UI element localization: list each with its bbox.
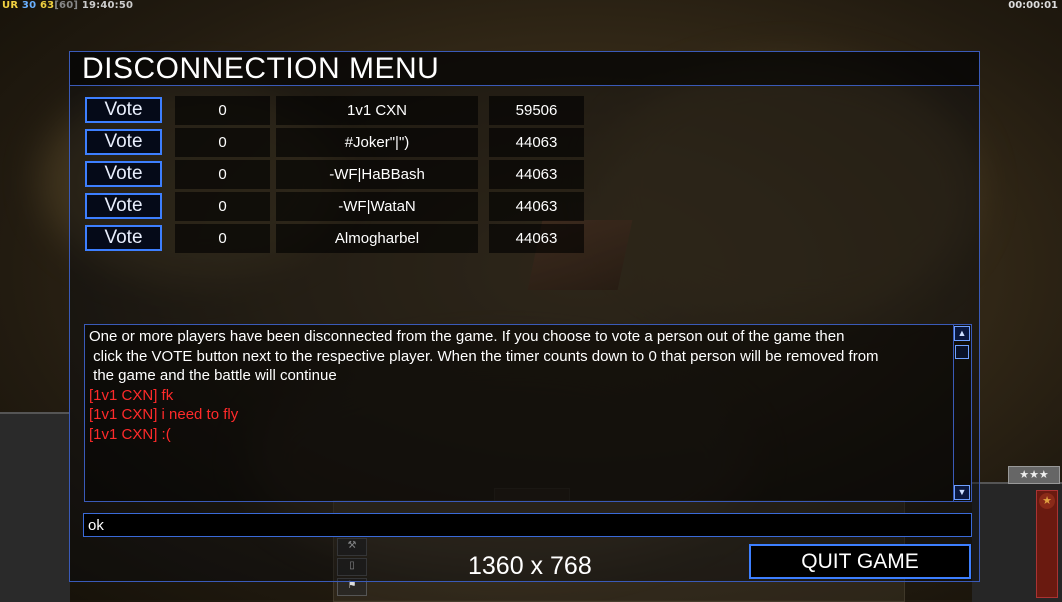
chat-log[interactable]: One or more players have been disconnect… (84, 324, 972, 502)
chat-line: [1v1 CXN] i need to fly (89, 406, 239, 423)
general-star-icon: ★ (1039, 493, 1055, 509)
vote-button[interactable]: Vote (85, 97, 162, 123)
player-ping: 44063 (489, 192, 584, 221)
chat-scrollbar[interactable]: ▲ ▼ (953, 325, 971, 501)
player-name: -WF|HaBBash (276, 160, 478, 189)
vote-button[interactable]: Vote (85, 193, 162, 219)
player-timer: 0 (175, 128, 270, 157)
player-name: #Joker"|") (276, 128, 478, 157)
hud-value-3: [60] (54, 0, 79, 11)
chat-line: [1v1 CXN] fk (89, 386, 174, 404)
hud-ur: UR (2, 0, 19, 11)
player-name: -WF|WataN (276, 192, 478, 221)
chat-line: click the VOTE button next to the respec… (89, 347, 879, 365)
vote-button[interactable]: Vote (85, 225, 162, 251)
vote-button[interactable]: Vote (85, 161, 162, 187)
scroll-thumb[interactable] (955, 345, 969, 359)
chat-line: [1v1 CXN] :( (89, 425, 171, 443)
player-name: 1v1 CXN (276, 96, 478, 125)
hud-value-1: 30 (21, 0, 37, 11)
player-ping: 44063 (489, 224, 584, 253)
hud-status: UR 30 63[60] 19:40:50 (2, 0, 133, 11)
hud-value-2: 63 (39, 0, 55, 11)
chat-line: One or more players have been disconnect… (89, 328, 845, 345)
hud-game-timer: 00:00:01 (1008, 0, 1058, 11)
player-timer: 0 (175, 160, 270, 189)
scroll-up-button[interactable]: ▲ (954, 326, 970, 341)
dialog-title: DISCONNECTION MENU (70, 52, 979, 86)
chat-lines: One or more players have been disconnect… (89, 327, 949, 444)
scroll-down-button[interactable]: ▼ (954, 485, 970, 500)
disconnection-dialog: DISCONNECTION MENU Vote 0 1v1 CXN 59506 … (69, 51, 980, 582)
rank-stars-badge: ★★★ (1008, 466, 1060, 484)
player-timer: 0 (175, 96, 270, 125)
player-ping: 44063 (489, 160, 584, 189)
player-timer: 0 (175, 224, 270, 253)
player-name: Almogharbel (276, 224, 478, 253)
player-ping: 59506 (489, 96, 584, 125)
left-hud-panel (0, 412, 70, 602)
hud-clock: 19:40:50 (81, 0, 134, 11)
resolution-label: 1360 x 768 (468, 552, 592, 580)
power-meter: ★ (1036, 490, 1058, 598)
vote-button[interactable]: Vote (85, 129, 162, 155)
chat-line: the game and the battle will continue (89, 367, 337, 384)
chat-input[interactable] (83, 513, 972, 537)
quit-game-button[interactable]: QUIT GAME (749, 544, 971, 579)
player-ping: 44063 (489, 128, 584, 157)
player-timer: 0 (175, 192, 270, 221)
